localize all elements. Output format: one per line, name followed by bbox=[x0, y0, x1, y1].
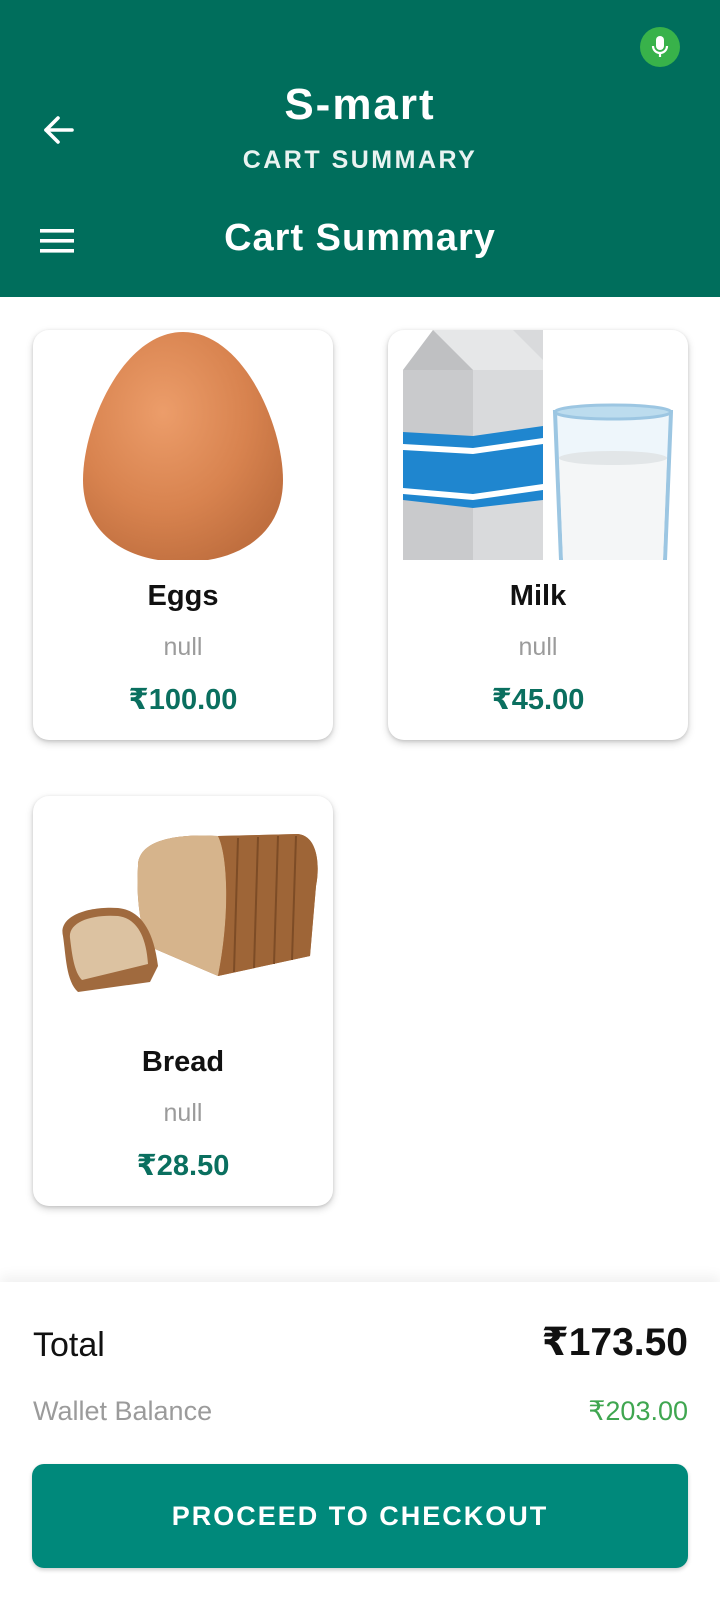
item-name: Eggs bbox=[147, 580, 219, 612]
egg-image bbox=[83, 332, 283, 560]
menu-button[interactable] bbox=[36, 220, 78, 262]
item-description: null bbox=[163, 1099, 203, 1127]
item-name: Milk bbox=[509, 580, 567, 612]
total-value: ₹173.50 bbox=[541, 1321, 688, 1364]
back-button[interactable] bbox=[36, 108, 80, 152]
app-title: S-mart bbox=[284, 80, 436, 129]
cart-item-card-eggs[interactable]: Eggs null ₹100.00 bbox=[33, 330, 333, 740]
bread-loaf-image bbox=[62, 834, 318, 992]
item-price: ₹28.50 bbox=[136, 1150, 230, 1182]
page-subtitle: CART SUMMARY bbox=[242, 146, 478, 174]
item-price: ₹45.00 bbox=[491, 684, 585, 716]
proceed-to-checkout-button[interactable]: PROCEED TO CHECKOUT bbox=[32, 1464, 688, 1568]
app-bar: S-mart CART SUMMARY Cart Summary bbox=[0, 0, 720, 297]
item-price: ₹100.00 bbox=[128, 684, 238, 716]
cart-item-card-bread[interactable]: Bread null ₹28.50 bbox=[33, 796, 333, 1206]
hamburger-menu-icon bbox=[40, 229, 74, 253]
milk-carton-glass-image bbox=[403, 330, 673, 560]
toolbar-title: Cart Summary bbox=[224, 217, 496, 259]
wallet-balance-value: ₹203.00 bbox=[588, 1396, 688, 1426]
item-description: null bbox=[518, 633, 558, 661]
mic-icon[interactable] bbox=[640, 27, 680, 67]
arrow-left-icon bbox=[44, 116, 74, 144]
wallet-balance-label: Wallet Balance bbox=[33, 1396, 213, 1426]
cart-item-card-milk[interactable]: Milk null ₹45.00 bbox=[388, 330, 688, 740]
total-label: Total bbox=[33, 1326, 105, 1364]
item-name: Bread bbox=[141, 1046, 225, 1078]
item-description: null bbox=[163, 633, 203, 661]
cart-summary-panel: Total ₹173.50 Wallet Balance ₹203.00 PRO… bbox=[0, 1282, 720, 1600]
